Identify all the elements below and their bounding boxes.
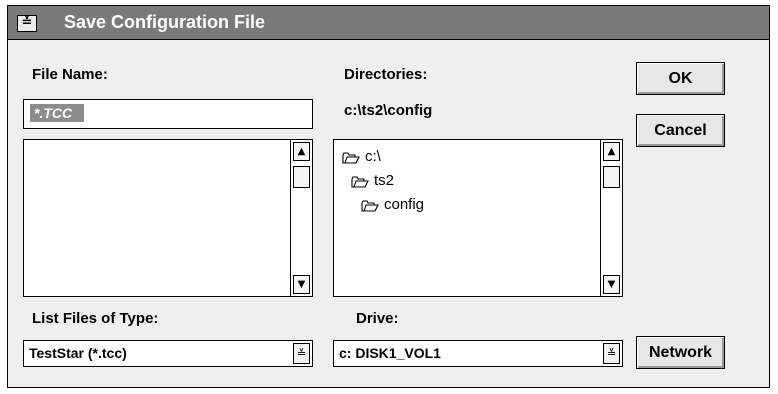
- scroll-thumb[interactable]: [603, 166, 620, 188]
- file-name-label: File Name:: [32, 66, 108, 83]
- directory-item-config[interactable]: config: [361, 196, 424, 213]
- directory-item-ts2[interactable]: ts2: [351, 172, 394, 189]
- directory-item-label: ts2: [374, 172, 395, 189]
- scroll-down-button[interactable]: ▼: [603, 275, 620, 294]
- directory-list[interactable]: c:\ ts2 config ▲ ▼: [333, 139, 623, 297]
- open-folder-icon: [342, 151, 360, 164]
- scroll-thumb[interactable]: [293, 166, 310, 188]
- file-type-label: List Files of Type:: [32, 310, 159, 327]
- system-menu-icon[interactable]: ≚: [17, 15, 37, 32]
- directory-item-label: c:\: [365, 148, 381, 165]
- cancel-button[interactable]: Cancel: [636, 114, 725, 147]
- file-type-value: TestStar (*.tcc): [29, 345, 127, 361]
- file-type-select[interactable]: TestStar (*.tcc) ≚: [23, 340, 313, 367]
- file-name-value: *.TCC: [30, 104, 85, 122]
- directory-item-root[interactable]: c:\: [342, 148, 381, 165]
- drive-dropdown-button[interactable]: ≚: [603, 343, 620, 364]
- drive-value: c: DISK1_VOL1: [339, 345, 441, 361]
- title-bar[interactable]: ≚ Save Configuration File: [8, 6, 769, 40]
- scroll-up-button[interactable]: ▲: [293, 142, 310, 161]
- file-name-input[interactable]: *.TCC: [23, 99, 313, 129]
- directories-label: Directories:: [344, 66, 428, 83]
- file-list[interactable]: ▲ ▼: [23, 139, 313, 297]
- scroll-up-button[interactable]: ▲: [603, 142, 620, 161]
- current-directory-path: c:\ts2\config: [344, 102, 433, 119]
- directory-item-label: config: [384, 196, 425, 213]
- network-button[interactable]: Network: [636, 336, 725, 369]
- open-folder-icon: [351, 175, 369, 188]
- scroll-down-button[interactable]: ▼: [293, 275, 310, 294]
- directory-list-scrollbar[interactable]: ▲ ▼: [600, 140, 622, 296]
- ok-button[interactable]: OK: [636, 62, 725, 95]
- open-folder-icon: [361, 199, 379, 212]
- drive-label: Drive:: [356, 310, 399, 327]
- save-configuration-dialog: ≚ Save Configuration File File Name: *.T…: [7, 5, 770, 388]
- file-list-scrollbar[interactable]: ▲ ▼: [290, 140, 312, 296]
- drive-select[interactable]: c: DISK1_VOL1 ≚: [333, 340, 623, 367]
- dialog-title: Save Configuration File: [64, 12, 266, 32]
- file-type-dropdown-button[interactable]: ≚: [293, 343, 310, 364]
